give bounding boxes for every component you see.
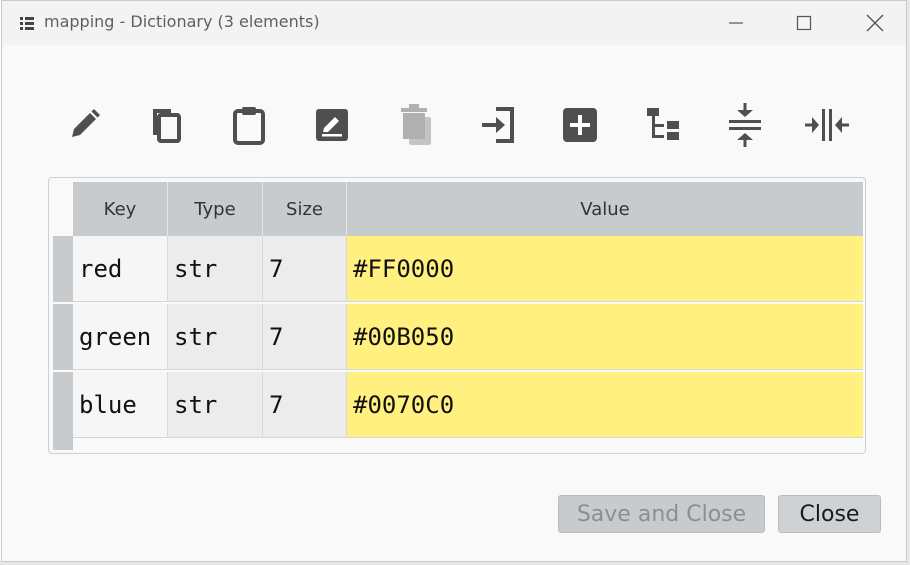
toolbar [2,97,906,157]
trash-icon [401,104,431,145]
close-icon [866,14,884,32]
collapse-rows-button[interactable] [717,97,773,153]
column-header-value[interactable]: Value [347,182,863,236]
row-header[interactable] [53,236,73,302]
table-cell-size[interactable]: 7 [263,304,347,370]
collapse-vertical-icon [729,103,761,147]
import-button[interactable] [470,97,526,153]
row-header[interactable] [53,372,73,450]
table-cell-size[interactable]: 7 [263,236,347,302]
table-cell-value[interactable]: #00B050 [347,304,863,370]
import-icon [482,107,514,143]
tree-icon [647,108,679,140]
edit-value-button[interactable] [304,97,360,153]
maximize-icon [796,15,812,31]
save-and-close-button[interactable]: Save and Close [558,495,765,533]
copy-icon [153,109,181,143]
minimize-icon [729,22,743,24]
edit-box-icon [316,109,348,141]
copy-button[interactable] [137,97,193,153]
table-cell-size[interactable]: 7 [263,372,347,438]
close-window-button[interactable] [845,1,905,45]
column-header-type[interactable]: Type [168,182,263,236]
minimize-button[interactable] [706,1,766,45]
table-cell-type[interactable]: str [168,372,263,438]
pencil-icon [72,109,100,137]
table-cell-key[interactable]: blue [73,372,168,438]
collapse-columns-button[interactable] [799,97,855,153]
column-header-key[interactable]: Key [73,182,168,236]
dictionary-table: Key Type Size Value red str 7 #FF0000 gr… [48,177,866,454]
table-cell-key[interactable]: red [73,236,168,302]
table-cell-type[interactable]: str [168,304,263,370]
table-cell-key[interactable]: green [73,304,168,370]
maximize-button[interactable] [774,1,834,45]
close-button[interactable]: Close [778,495,881,533]
delete-button[interactable] [387,97,443,153]
dictionary-editor-window: mapping - Dictionary (3 elements) Key Ty… [1,0,907,562]
list-icon [19,15,35,31]
tree-view-button[interactable] [635,97,691,153]
paste-button[interactable] [221,97,277,153]
table-cell-value[interactable]: #0070C0 [347,372,863,438]
table-cell-type[interactable]: str [168,236,263,302]
window-title: mapping - Dictionary (3 elements) [44,12,320,31]
title-bar[interactable]: mapping - Dictionary (3 elements) [2,1,906,45]
column-header-size[interactable]: Size [263,182,347,236]
add-button[interactable] [552,97,608,153]
edit-button[interactable] [56,97,112,153]
clipboard-icon [233,107,265,145]
add-box-icon [563,108,597,142]
collapse-horizontal-icon [805,109,849,141]
row-header[interactable] [53,304,73,370]
table-cell-value[interactable]: #FF0000 [347,236,863,302]
